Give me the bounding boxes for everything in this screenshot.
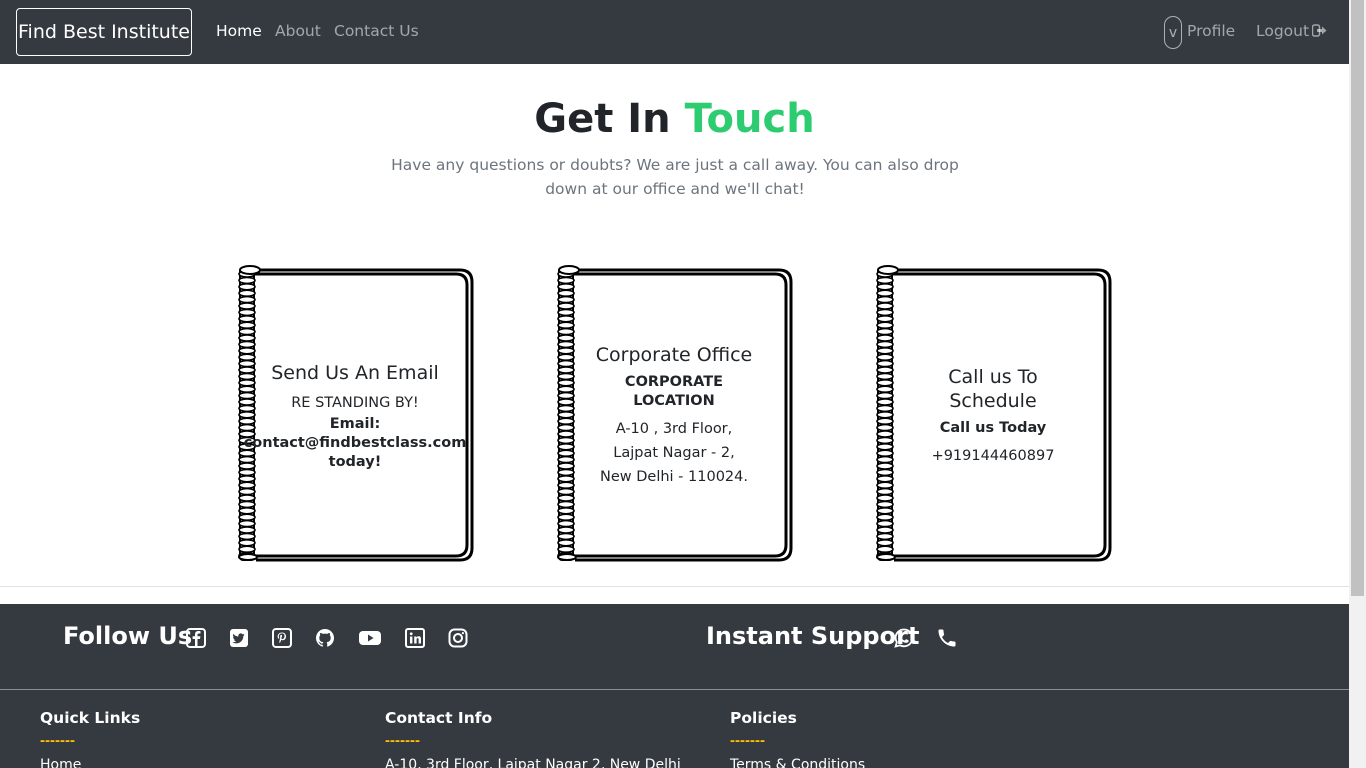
email-today: today!: [328, 453, 382, 470]
nav-about-link[interactable]: About: [275, 22, 321, 40]
office-card-title: Corporate Office: [595, 344, 753, 366]
office-card: Corporate Office CORPORATE LOCATION A-10…: [555, 264, 793, 564]
page-scrollbar[interactable]: [1349, 0, 1366, 768]
quick-links-underline: -------: [40, 732, 75, 749]
email-card-line: RE STANDING BY!: [291, 394, 419, 411]
facebook-icon[interactable]: [185, 627, 207, 649]
address-line: New Delhi - 110024.: [600, 469, 748, 485]
logout-link[interactable]: Logout: [1256, 22, 1327, 41]
brand-logo-button[interactable]: Find Best Institute: [16, 8, 192, 56]
office-card-subtitle: CORPORATE LOCATION: [624, 374, 724, 409]
title-accent: Touch: [684, 96, 815, 142]
phone-icon[interactable]: [936, 627, 958, 649]
email-card-title: Send Us An Email: [271, 361, 439, 384]
page-title: Get In Touch: [0, 96, 1349, 142]
policies-underline: -------: [730, 732, 765, 749]
nav-home-link[interactable]: Home: [216, 22, 262, 40]
email-address[interactable]: contact@findbestclass.com: [244, 434, 467, 453]
email-card: Send Us An Email RE STANDING BY! Email: …: [236, 264, 474, 564]
top-navbar: Find Best Institute Home About Contact U…: [0, 0, 1349, 64]
address-line: A-10 , 3rd Floor,: [615, 421, 733, 437]
phone-number[interactable]: +919144460897: [932, 444, 1055, 468]
logout-label: Logout: [1256, 22, 1310, 40]
footer-terms-link[interactable]: Terms & Conditions: [730, 757, 865, 768]
scrollbar-thumb[interactable]: [1351, 0, 1364, 596]
nav-contact-link[interactable]: Contact Us: [334, 22, 419, 40]
contact-info-heading: Contact Info: [385, 709, 493, 727]
section-divider: [0, 586, 1349, 587]
instagram-icon[interactable]: [447, 627, 469, 649]
title-main: Get In: [534, 96, 685, 142]
user-avatar[interactable]: v: [1164, 16, 1182, 49]
contact-info-underline: -------: [385, 732, 420, 749]
policies-heading: Policies: [730, 709, 797, 727]
linkedin-icon[interactable]: [404, 627, 426, 649]
site-footer: Follow Us Instant Support Quick Links --…: [0, 604, 1349, 768]
profile-link[interactable]: Profile: [1187, 22, 1235, 40]
whatsapp-icon[interactable]: [893, 627, 915, 649]
twitter-icon[interactable]: [228, 627, 250, 649]
quick-links-heading: Quick Links: [40, 709, 141, 727]
email-label: Email:: [329, 415, 381, 432]
pinterest-icon[interactable]: [271, 627, 293, 649]
follow-us-heading: Follow Us: [63, 622, 193, 650]
page-subtitle: Have any questions or doubts? We are jus…: [391, 156, 959, 198]
call-card: Call us To Schedule Call us Today +91914…: [874, 264, 1112, 564]
github-icon[interactable]: [314, 627, 336, 649]
footer-home-link[interactable]: Home: [40, 757, 81, 768]
address-line: Lajpat Nagar - 2,: [613, 445, 735, 461]
youtube-icon[interactable]: [358, 627, 382, 649]
call-card-title: Call us To Schedule: [948, 365, 1038, 412]
footer-divider: [0, 689, 1349, 690]
instant-support-heading: Instant Support: [706, 622, 920, 650]
sign-out-icon: [1311, 23, 1327, 41]
call-card-subtitle: Call us Today: [939, 419, 1047, 436]
footer-address-link[interactable]: A-10, 3rd Floor, Lajpat Nagar 2, New Del…: [385, 757, 681, 768]
